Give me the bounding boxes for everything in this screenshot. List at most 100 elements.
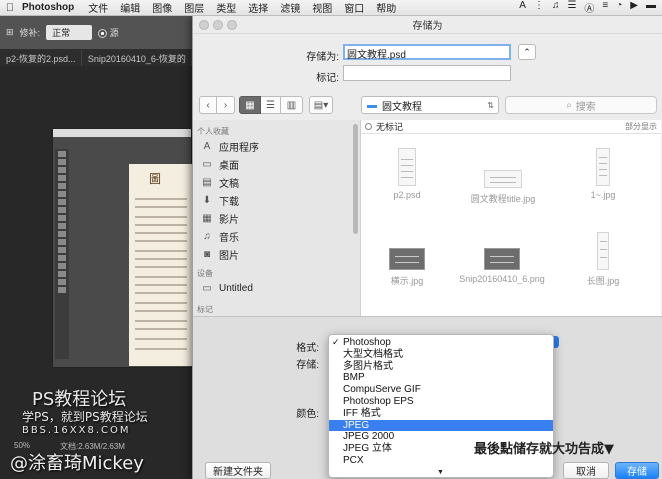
dialog-title: 存储为: [412, 21, 443, 32]
minimize-window-icon[interactable]: [213, 20, 223, 30]
more-icon[interactable]: ⋮: [534, 0, 544, 15]
arrange-group: ▤▾: [309, 96, 333, 114]
menu-edit[interactable]: 编辑: [120, 0, 140, 15]
ps-tab-2[interactable]: Snip20160410_6-恢复的: [82, 50, 192, 66]
downloads-icon: ⬇: [202, 194, 212, 206]
sidebar-item-movies[interactable]: ▦ 影片: [201, 210, 239, 226]
filename-field[interactable]: 圆文教程.psd: [343, 44, 511, 61]
sidebar-devices-header: 设备: [197, 269, 213, 278]
file-item[interactable]: Snip20160410_6.png: [457, 248, 547, 284]
desktop-icon: ▭: [202, 158, 212, 170]
list-icon[interactable]: ☰: [567, 0, 576, 15]
wifi-icon[interactable]: ◔: [616, 0, 622, 15]
mini-document: 圖: [129, 164, 193, 366]
menu-help[interactable]: 帮助: [376, 0, 396, 15]
location-popup[interactable]: ▬ 圆文教程 ⇅: [361, 96, 499, 114]
sidebar-item-applications[interactable]: A 应用程序: [201, 138, 259, 154]
forward-button[interactable]: ›: [217, 96, 235, 114]
mode-select[interactable]: 正常: [46, 25, 93, 40]
cancel-button[interactable]: 取消: [563, 462, 609, 479]
movies-icon: ▦: [202, 212, 212, 224]
file-item[interactable]: 1~.jpg: [571, 148, 635, 200]
file-item[interactable]: 圆文教程title.jpg: [461, 170, 545, 205]
column-view-button[interactable]: ▥: [281, 96, 303, 114]
menu-file[interactable]: 文件: [88, 0, 108, 15]
watermark-line2: 学PS，就到PS教程论坛: [22, 410, 148, 424]
menu-layer[interactable]: 图层: [184, 0, 204, 15]
folder-icon: ▬: [367, 99, 377, 111]
icon-view-button[interactable]: ▦: [239, 96, 261, 114]
music-status-icon[interactable]: ♫: [552, 0, 560, 15]
save-button[interactable]: 存储: [615, 462, 659, 479]
volume-icon[interactable]: ▶: [630, 0, 638, 15]
menu-select[interactable]: 选择: [248, 0, 268, 15]
sidebar-item-downloads[interactable]: ⬇ 下载: [201, 192, 239, 208]
group-title: 无标记: [376, 122, 404, 132]
format-option-psb[interactable]: 大型文档格式: [329, 349, 553, 361]
view-buttons: ▦ ☰ ▥: [239, 96, 303, 114]
arrange-button[interactable]: ▤▾: [309, 96, 333, 114]
format-option-jpeg[interactable]: JPEG: [329, 419, 553, 432]
sidebar-item-music[interactable]: ♫ 音乐: [201, 228, 239, 244]
format-option-mpo[interactable]: 多图片格式: [329, 361, 553, 373]
apple-icon[interactable]: : [0, 2, 20, 14]
adobe-icon[interactable]: A: [519, 0, 526, 15]
close-window-icon[interactable]: [199, 20, 209, 30]
menu-filter[interactable]: 滤镜: [280, 0, 300, 15]
file-thumbnail: [597, 232, 609, 270]
file-group-header: 无标记 部分显示: [361, 120, 661, 134]
back-button[interactable]: ‹: [199, 96, 217, 114]
partial-display-link[interactable]: 部分显示: [625, 121, 657, 132]
disk-icon: ▭: [202, 282, 212, 294]
file-thumbnail: [398, 148, 416, 186]
file-name: 横示.jpg: [390, 276, 424, 286]
sidebar-tags-header: 标记: [197, 305, 213, 314]
sidebar-item-documents[interactable]: ▤ 文稿: [201, 174, 239, 190]
ps-options-bar: ⊞ 修补: 正常 源: [0, 16, 192, 50]
zoom-window-icon[interactable]: [227, 20, 237, 30]
file-name: 1~.jpg: [590, 190, 616, 200]
file-item[interactable]: p2.psd: [377, 148, 437, 200]
menu-bar:  Photoshop 文件 编辑 图像 图层 类型 选择 滤镜 视图 窗口 帮…: [0, 0, 662, 16]
file-item[interactable]: 横示.jpg: [373, 248, 441, 287]
list-view-button[interactable]: ☰: [261, 96, 281, 114]
menu-view[interactable]: 视图: [312, 0, 332, 15]
format-option-eps[interactable]: Photoshop EPS: [329, 396, 553, 408]
sidebar-item-untitled[interactable]: ▭ Untitled: [201, 280, 253, 296]
format-option-photoshop[interactable]: Photoshop: [329, 337, 553, 349]
ps-tab-1[interactable]: p2-恢复的2.psd...: [0, 50, 82, 66]
file-item[interactable]: 长图.jpg: [573, 232, 633, 287]
menu-image[interactable]: 图像: [152, 0, 172, 15]
file-browser: 无标记 部分显示 p2.psd 圆文教程title.jpg 1~.jpg 横示.…: [361, 120, 661, 316]
save-options-label: 存储:: [296, 360, 319, 371]
format-option-bmp[interactable]: BMP: [329, 372, 553, 384]
save-as-label: 存储为:: [306, 52, 339, 63]
patch-tool-icon[interactable]: ⊞: [6, 27, 14, 38]
sidebar-scrollbar[interactable]: [353, 124, 358, 234]
format-option-iff[interactable]: IFF 格式: [329, 408, 553, 420]
pictures-icon: ◙: [203, 248, 211, 260]
menu-type[interactable]: 类型: [216, 0, 236, 15]
radio-source[interactable]: 源: [98, 26, 119, 39]
app-menu[interactable]: Photoshop: [22, 2, 74, 13]
expand-dialog-button[interactable]: ⌃: [518, 44, 536, 60]
file-name: 长图.jpg: [586, 276, 620, 286]
scroll-down-arrow-icon[interactable]: ▼: [437, 469, 444, 476]
menu-extra-icon[interactable]: ≡: [602, 0, 608, 15]
documents-icon: ▤: [202, 176, 212, 188]
format-option-gif[interactable]: CompuServe GIF: [329, 384, 553, 396]
tutorial-caption: 最後點储存就大功告成▼: [474, 442, 614, 457]
no-tag-icon: [365, 123, 372, 130]
battery-icon[interactable]: ▬: [646, 0, 656, 15]
sidebar-item-pictures[interactable]: ◙ 图片: [201, 246, 239, 262]
tags-field[interactable]: [343, 65, 511, 81]
menu-window[interactable]: 窗口: [344, 0, 364, 15]
search-field[interactable]: ⌕ 搜索: [505, 96, 657, 114]
sidebar-item-desktop[interactable]: ▭ 桌面: [201, 156, 239, 172]
new-folder-button[interactable]: 新建文件夹: [205, 462, 271, 479]
mini-toolbar: [55, 149, 69, 359]
options-label: 修补:: [19, 28, 41, 38]
watermark-line3: BBS.16XX8.COM: [22, 425, 131, 436]
account-icon[interactable]: Ⓐ: [584, 0, 594, 15]
nav-buttons: ‹ ›: [199, 96, 235, 114]
